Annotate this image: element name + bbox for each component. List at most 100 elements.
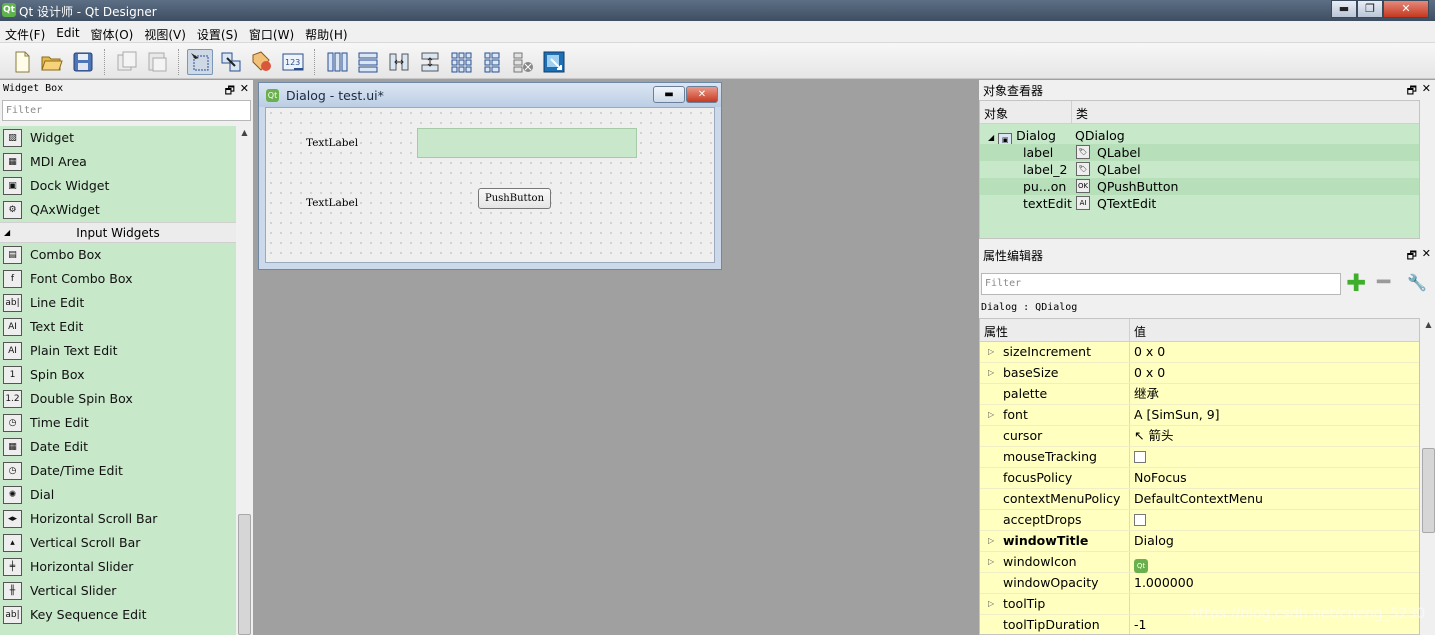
dialog-close-button[interactable]: ✕: [686, 86, 718, 103]
text-label-2[interactable]: TextLabel: [306, 197, 358, 209]
property-row[interactable]: palette 继承: [980, 384, 1419, 405]
property-row[interactable]: ▷ windowTitle Dialog: [980, 531, 1419, 552]
property-value[interactable]: [1130, 594, 1134, 614]
dialog-title-bar[interactable]: Qt Dialog - test.ui* ▬ ✕: [259, 83, 721, 107]
column-value[interactable]: 值: [1130, 319, 1150, 341]
property-row[interactable]: ▷ sizeIncrement 0 x 0: [980, 342, 1419, 363]
property-row[interactable]: contextMenuPolicy DefaultContextMenu: [980, 489, 1419, 510]
list-item[interactable]: ╫ Vertical Slider: [0, 579, 236, 603]
break-layout-icon[interactable]: [510, 49, 536, 75]
list-item[interactable]: ◂▸ Horizontal Scroll Bar: [0, 507, 236, 531]
column-class[interactable]: 类: [1072, 101, 1419, 123]
list-item[interactable]: ▣ Dock Widget: [0, 174, 236, 198]
property-scrollbar[interactable]: ▲: [1420, 318, 1435, 635]
close-icon[interactable]: ✕: [1422, 82, 1431, 95]
expand-arrow-icon[interactable]: ▷: [988, 531, 994, 551]
list-item[interactable]: ab| Key Sequence Edit: [0, 603, 236, 627]
list-item[interactable]: ▤ Combo Box: [0, 243, 236, 267]
category-input-widgets[interactable]: ◢ Input Widgets: [0, 222, 236, 243]
scrollbar-thumb[interactable]: [1422, 448, 1435, 533]
edit-tab-order-icon[interactable]: 123: [280, 49, 306, 75]
tree-row[interactable]: ◢ ▣ Dialog QDialog: [980, 127, 1419, 147]
expand-arrow-icon[interactable]: ▷: [988, 342, 994, 362]
remove-property-icon[interactable]: ━: [1377, 272, 1390, 294]
property-value[interactable]: 1.000000: [1130, 573, 1194, 593]
new-file-icon[interactable]: [9, 49, 35, 75]
scroll-up-icon[interactable]: ▲: [1420, 318, 1435, 332]
property-row[interactable]: focusPolicy NoFocus: [980, 468, 1419, 489]
layout-horizontal-splitter-icon[interactable]: [386, 49, 412, 75]
scroll-up-icon[interactable]: ▲: [236, 126, 253, 140]
dialog-minimize-button[interactable]: ▬: [653, 86, 685, 103]
list-item[interactable]: ╪ Horizontal Slider: [0, 555, 236, 579]
layout-vertical-splitter-icon[interactable]: [417, 49, 443, 75]
edit-widgets-icon[interactable]: [187, 49, 213, 75]
float-icon[interactable]: 🗗: [1407, 247, 1417, 266]
property-value[interactable]: Dialog: [1130, 531, 1174, 551]
list-item[interactable]: 1.2 Double Spin Box: [0, 387, 236, 411]
property-row[interactable]: ▷ baseSize 0 x 0: [980, 363, 1419, 384]
property-value[interactable]: 继承: [1130, 384, 1159, 404]
column-object[interactable]: 对象: [980, 101, 1072, 123]
close-button[interactable]: ✕: [1383, 0, 1429, 18]
text-label-1[interactable]: TextLabel: [306, 137, 358, 149]
scrollbar-thumb[interactable]: [238, 514, 251, 635]
list-item[interactable]: ▦ Date Edit: [0, 435, 236, 459]
minimize-button[interactable]: ▬: [1331, 0, 1357, 18]
tree-row[interactable]: label_2 🏷 QLabel: [980, 161, 1419, 178]
property-filter-input[interactable]: Filter: [981, 273, 1341, 295]
save-icon[interactable]: [70, 49, 96, 75]
expand-arrow-icon[interactable]: ▷: [988, 594, 994, 614]
list-item[interactable]: AI Plain Text Edit: [0, 339, 236, 363]
text-edit-widget[interactable]: [417, 128, 637, 158]
float-icon[interactable]: 🗗: [1407, 82, 1417, 101]
property-value[interactable]: 0 x 0: [1130, 363, 1165, 383]
list-item[interactable]: ⚙ QAxWidget: [0, 198, 236, 222]
menu-view[interactable]: 视图(V): [139, 21, 192, 43]
adjust-size-icon[interactable]: [541, 49, 567, 75]
mouse-tracking-checkbox[interactable]: [1134, 451, 1146, 463]
layout-form-icon[interactable]: [479, 49, 505, 75]
expand-arrow-icon[interactable]: ▷: [988, 405, 994, 425]
list-item[interactable]: ▨ Widget: [0, 126, 236, 150]
property-value[interactable]: -1: [1130, 615, 1146, 634]
list-item[interactable]: ◷ Time Edit: [0, 411, 236, 435]
edit-buddies-icon[interactable]: [249, 49, 275, 75]
layout-grid-icon[interactable]: [448, 49, 474, 75]
property-row[interactable]: mouseTracking: [980, 447, 1419, 468]
add-property-icon[interactable]: ✚: [1346, 271, 1366, 295]
close-icon[interactable]: ✕: [240, 82, 249, 95]
maximize-button[interactable]: ❐: [1357, 0, 1383, 18]
paste-icon[interactable]: [144, 49, 170, 75]
tree-row[interactable]: pu...on OK QPushButton: [980, 178, 1419, 195]
property-value[interactable]: NoFocus: [1130, 468, 1187, 488]
menu-form[interactable]: 窗体(O): [86, 21, 140, 43]
accept-drops-checkbox[interactable]: [1134, 514, 1146, 526]
widget-box-filter-input[interactable]: Filter: [2, 100, 251, 121]
close-icon[interactable]: ✕: [1422, 247, 1431, 260]
tree-row[interactable]: textEdit AI QTextEdit: [980, 195, 1419, 212]
list-item[interactable]: ✺ Dial: [0, 483, 236, 507]
layout-vertical-icon[interactable]: [355, 49, 381, 75]
list-item[interactable]: 1 Spin Box: [0, 363, 236, 387]
layout-horizontal-icon[interactable]: [324, 49, 350, 75]
menu-edit[interactable]: Edit: [51, 21, 85, 43]
property-value[interactable]: A [SimSun, 9]: [1130, 405, 1220, 425]
expand-arrow-icon[interactable]: ▷: [988, 552, 994, 572]
property-value[interactable]: DefaultContextMenu: [1130, 489, 1263, 509]
property-row[interactable]: acceptDrops: [980, 510, 1419, 531]
list-item[interactable]: ◷ Date/Time Edit: [0, 459, 236, 483]
list-item[interactable]: AI Text Edit: [0, 315, 236, 339]
property-value[interactable]: ↖ 箭头: [1130, 426, 1173, 446]
menu-window[interactable]: 窗口(W): [244, 21, 300, 43]
property-row[interactable]: ▷ font A [SimSun, 9]: [980, 405, 1419, 426]
configure-wrench-icon[interactable]: 🔧: [1407, 273, 1427, 292]
column-property[interactable]: 属性: [980, 319, 1130, 341]
property-value[interactable]: 0 x 0: [1130, 342, 1165, 362]
qt-window-icon[interactable]: Qt: [1134, 559, 1148, 573]
property-row[interactable]: ▷ windowIcon Qt: [980, 552, 1419, 573]
list-item[interactable]: f Font Combo Box: [0, 267, 236, 291]
property-row[interactable]: windowOpacity 1.000000: [980, 573, 1419, 594]
list-item[interactable]: ▦ MDI Area: [0, 150, 236, 174]
menu-file[interactable]: 文件(F): [0, 21, 51, 43]
